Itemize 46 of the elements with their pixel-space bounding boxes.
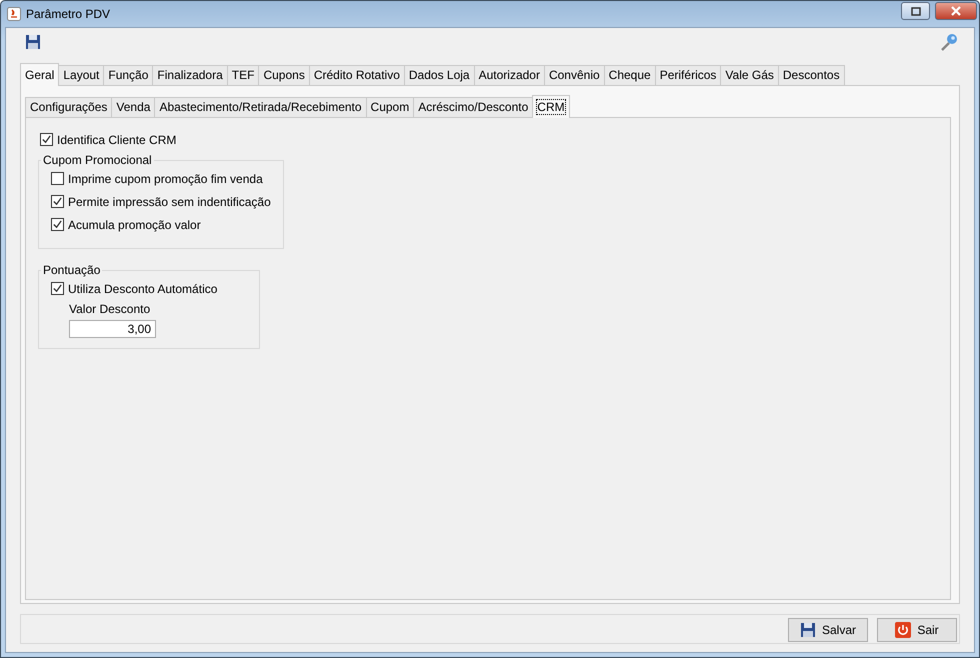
tab[interactable]: Configurações [25,97,112,117]
checkbox-label: Imprime cupom promoção fim venda [68,172,263,186]
save-icon [800,622,816,638]
tab[interactable]: Convênio [544,65,605,85]
checkbox-label: Utiliza Desconto Automático [68,282,218,296]
input-field[interactable]: 3,00 [69,320,156,338]
tab[interactable]: Descontos [778,65,845,85]
checkbox[interactable] [51,218,64,231]
tab[interactable]: Crédito Rotativo [308,65,405,85]
save-icon[interactable] [25,34,41,50]
tab[interactable]: Autorizador [474,65,545,85]
restore-button[interactable] [901,2,930,20]
save-button[interactable]: Salvar [788,618,868,642]
tab[interactable]: Cheque [604,65,656,85]
restore-icon [910,6,922,16]
tab[interactable]: Cupons [258,65,310,85]
tab[interactable]: TEF [226,65,260,85]
checkbox[interactable] [51,282,64,295]
group-title: Pontuação [42,263,102,277]
field-label: Valor Desconto [69,302,152,316]
tab[interactable]: Venda [111,97,156,117]
tab[interactable]: Cupom [366,97,414,117]
checkbox-label: Identifica Cliente CRM [57,132,176,146]
group-title: Cupom Promocional [42,153,153,167]
close-button[interactable] [935,2,977,20]
tab[interactable]: Layout [58,65,104,85]
checkbox-label: Permite impressão sem indentificação [68,194,271,208]
exit-button[interactable]: Sair [877,618,957,642]
checkbox[interactable] [40,133,53,146]
tab[interactable]: Geral [20,63,60,86]
close-icon [950,6,962,16]
checkbox-label: Acumula promoção valor [68,218,201,232]
tab[interactable]: Periféricos [654,65,722,85]
tab[interactable]: Vale Gás [720,65,779,85]
tab[interactable]: CRM [532,95,570,118]
checkbox[interactable] [51,172,64,185]
tab[interactable]: Abastecimento/Retirada/Recebimento [154,97,367,117]
app-icon [7,7,21,21]
tab[interactable]: Função [103,65,154,85]
tab[interactable]: Dados Loja [404,65,475,85]
power-icon [895,622,912,638]
tab[interactable]: Acréscimo/Desconto [413,97,534,117]
key-icon[interactable] [940,33,958,51]
window-title: Parâmetro PDV [26,7,110,21]
tab[interactable]: Finalizadora [152,65,228,85]
checkbox[interactable] [51,195,64,208]
